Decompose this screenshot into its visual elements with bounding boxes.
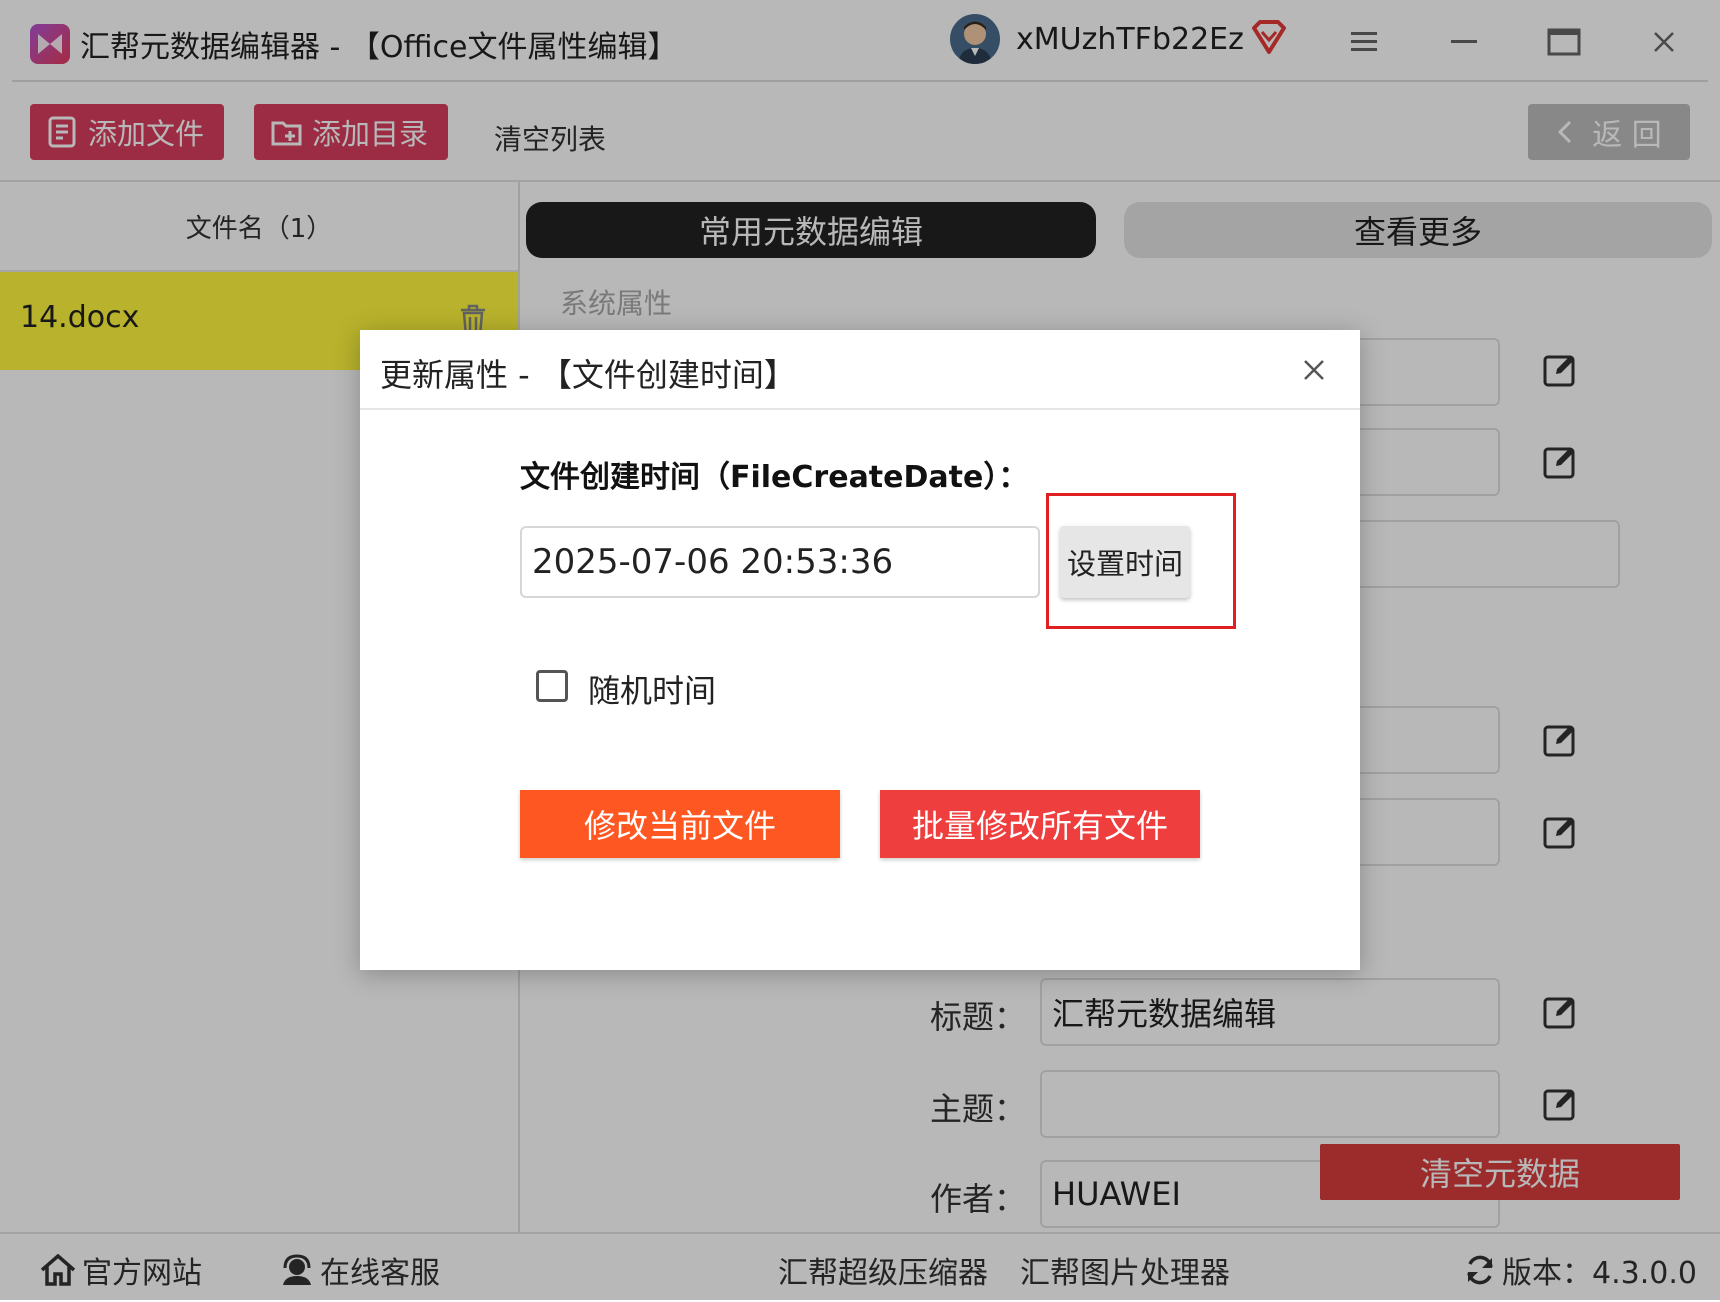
random-time-checkbox[interactable] [536,670,568,702]
update-property-dialog: 更新属性 - 【文件创建时间】 文件创建时间（FileCreateDate）： … [360,330,1360,970]
batch-modify-all-button[interactable]: 批量修改所有文件 [880,790,1200,858]
file-create-date-label: 文件创建时间（FileCreateDate）： [520,460,1029,495]
set-time-button[interactable]: 设置时间 [1060,526,1190,598]
close-icon[interactable] [1296,352,1332,388]
dialog-title: 更新属性 - 【文件创建时间】 [380,356,796,394]
modify-current-file-button[interactable]: 修改当前文件 [520,790,840,858]
file-create-date-input[interactable] [520,526,1040,598]
dialog-header: 更新属性 - 【文件创建时间】 [360,330,1360,410]
random-time-label[interactable]: 随机时间 [588,666,716,712]
